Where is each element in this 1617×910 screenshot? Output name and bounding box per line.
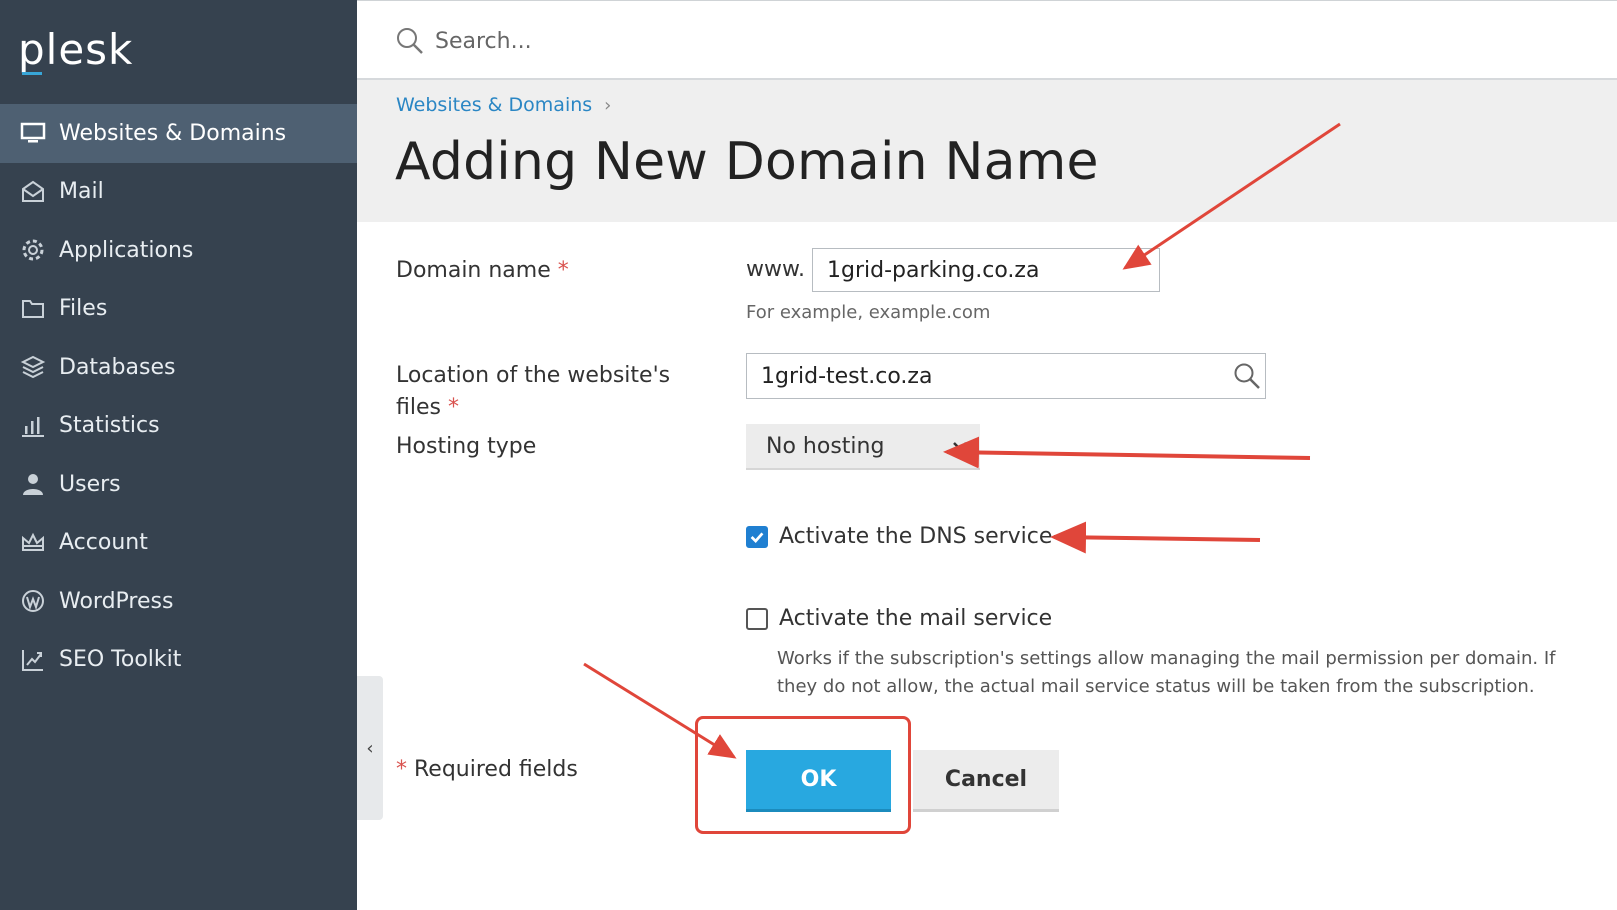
location-input[interactable] <box>746 353 1266 399</box>
sidebar-item-label: Databases <box>59 354 176 380</box>
sidebar-item-account[interactable]: Account <box>0 514 357 573</box>
sidebar-item-label: Files <box>59 296 108 322</box>
wordpress-icon <box>19 587 47 615</box>
mail-service-row[interactable]: Activate the mail service <box>746 606 1052 631</box>
user-icon <box>19 470 47 498</box>
sidebar-item-wordpress[interactable]: WordPress <box>0 572 357 631</box>
required-marker: * <box>557 258 569 283</box>
dns-service-row[interactable]: Activate the DNS service <box>746 524 1052 549</box>
sidebar-item-files[interactable]: Files <box>0 280 357 339</box>
mail-service-checkbox[interactable] <box>746 607 768 630</box>
database-icon <box>19 353 47 381</box>
sidebar-item-label: Mail <box>59 179 104 205</box>
page-header: Websites & Domains › Adding New Domain N… <box>357 80 1617 222</box>
breadcrumb: Websites & Domains › <box>396 94 611 116</box>
sidebar-collapse-toggle[interactable]: ‹ <box>357 676 383 820</box>
logo-accent-bar <box>22 72 42 75</box>
sidebar-item-statistics[interactable]: Statistics <box>0 397 357 456</box>
sidebar-item-label: Applications <box>59 237 194 263</box>
logo-text: plesk <box>18 25 134 74</box>
sidebar-nav: Websites & Domains Mail Applications Fil… <box>0 104 357 689</box>
search-input[interactable] <box>435 21 1035 61</box>
chevron-left-icon: ‹ <box>366 737 374 759</box>
ok-button-highlight-box <box>695 716 911 834</box>
bar-chart-icon <box>19 412 47 440</box>
domain-name-hint: For example, example.com <box>746 302 991 323</box>
plesk-logo[interactable]: plesk <box>18 22 133 82</box>
checkmark-icon <box>750 532 764 543</box>
location-label: Location of the website's files * <box>396 360 670 424</box>
required-fields-note: * Required fields <box>396 757 578 782</box>
required-note-text: Required fields <box>414 757 578 782</box>
mail-service-label: Activate the mail service <box>779 606 1053 631</box>
sidebar-item-applications[interactable]: Applications <box>0 221 357 280</box>
mail-desc-line1: Works if the subscription's settings all… <box>777 648 1556 669</box>
cancel-button[interactable]: Cancel <box>913 750 1059 812</box>
domain-name-label: Domain name * <box>396 255 569 287</box>
search-icon <box>397 28 423 54</box>
sidebar: plesk Websites & Domains Mail Applicatio… <box>0 0 357 910</box>
sidebar-item-label: SEO Toolkit <box>59 647 182 673</box>
crown-icon <box>19 529 47 557</box>
domain-name-input[interactable] <box>812 248 1160 292</box>
breadcrumb-link-websites-domains[interactable]: Websites & Domains <box>396 94 592 116</box>
domain-name-label-text: Domain name <box>396 258 551 283</box>
sidebar-item-databases[interactable]: Databases <box>0 338 357 397</box>
chevron-down-icon <box>953 442 967 451</box>
sidebar-item-websites-domains[interactable]: Websites & Domains <box>0 104 357 163</box>
mail-service-description: Works if the subscription's settings all… <box>777 645 1577 701</box>
arrow-to-hosting-select <box>943 436 1311 469</box>
sidebar-item-label: Account <box>59 530 148 556</box>
dns-service-label: Activate the DNS service <box>779 524 1053 549</box>
gear-icon <box>19 236 47 264</box>
folder-icon <box>19 295 47 323</box>
location-label-line1: Location of the website's <box>396 363 671 388</box>
arrow-to-dns-checkbox <box>1050 521 1261 554</box>
www-prefix: www. <box>746 257 805 282</box>
sidebar-item-label: Statistics <box>59 413 160 439</box>
sidebar-item-label: Users <box>59 471 121 497</box>
top-search-bar <box>357 0 1617 80</box>
sidebar-item-mail[interactable]: Mail <box>0 163 357 222</box>
dns-service-checkbox[interactable] <box>746 525 768 548</box>
monitor-icon <box>19 119 47 147</box>
hosting-type-value: No hosting <box>766 433 885 459</box>
seo-chart-icon <box>19 646 47 674</box>
breadcrumb-separator: › <box>604 94 612 116</box>
sidebar-item-seo-toolkit[interactable]: SEO Toolkit <box>0 631 357 690</box>
required-marker: * <box>447 395 459 420</box>
hosting-type-label: Hosting type <box>396 434 537 459</box>
sidebar-item-label: Websites & Domains <box>59 120 287 146</box>
mail-icon <box>19 178 47 206</box>
sidebar-item-users[interactable]: Users <box>0 455 357 514</box>
location-label-line2: files <box>396 395 441 420</box>
search-icon[interactable] <box>1233 362 1261 390</box>
mail-desc-line2: they do not allow, the actual mail servi… <box>777 676 1535 697</box>
page-title: Adding New Domain Name <box>395 132 1099 192</box>
sidebar-item-label: WordPress <box>59 588 174 614</box>
required-marker: * <box>396 757 407 782</box>
hosting-type-select[interactable]: No hosting <box>746 424 980 470</box>
